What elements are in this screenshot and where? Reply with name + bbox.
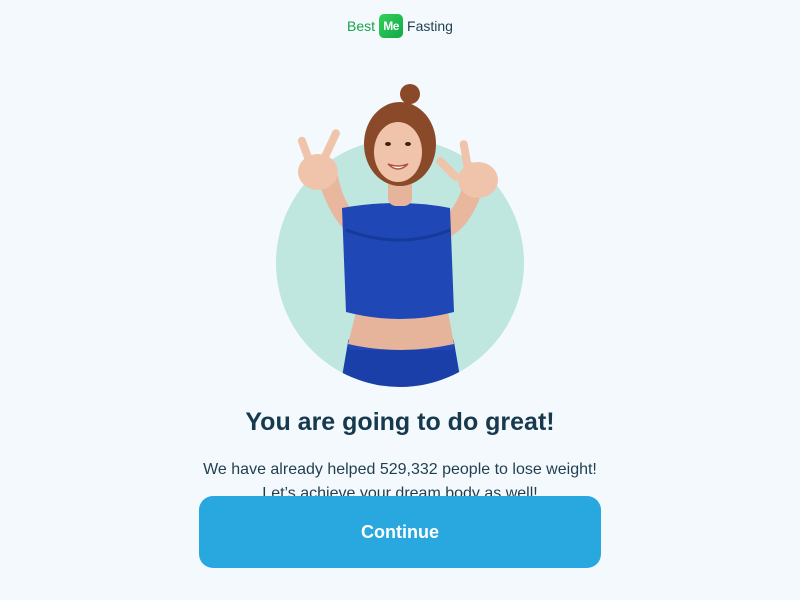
social-proof-line-1: We have already helped 529,332 people to…	[203, 461, 597, 478]
woman-peace-sign-illustration	[276, 84, 524, 387]
continue-button[interactable]: Continue	[199, 496, 601, 568]
brand-prefix: Best	[347, 18, 376, 34]
left-hand	[298, 154, 338, 190]
sports-top	[342, 203, 454, 319]
hero-image	[264, 80, 536, 390]
brand-suffix: Fasting	[407, 18, 453, 34]
face	[374, 122, 422, 182]
page-title: You are going to do great!	[245, 408, 555, 436]
brand-logo: Best Me Fasting	[0, 14, 800, 38]
onboarding-screen: Best Me Fasting You are going to do grea…	[0, 0, 800, 600]
brand-badge-icon: Me	[379, 14, 404, 38]
